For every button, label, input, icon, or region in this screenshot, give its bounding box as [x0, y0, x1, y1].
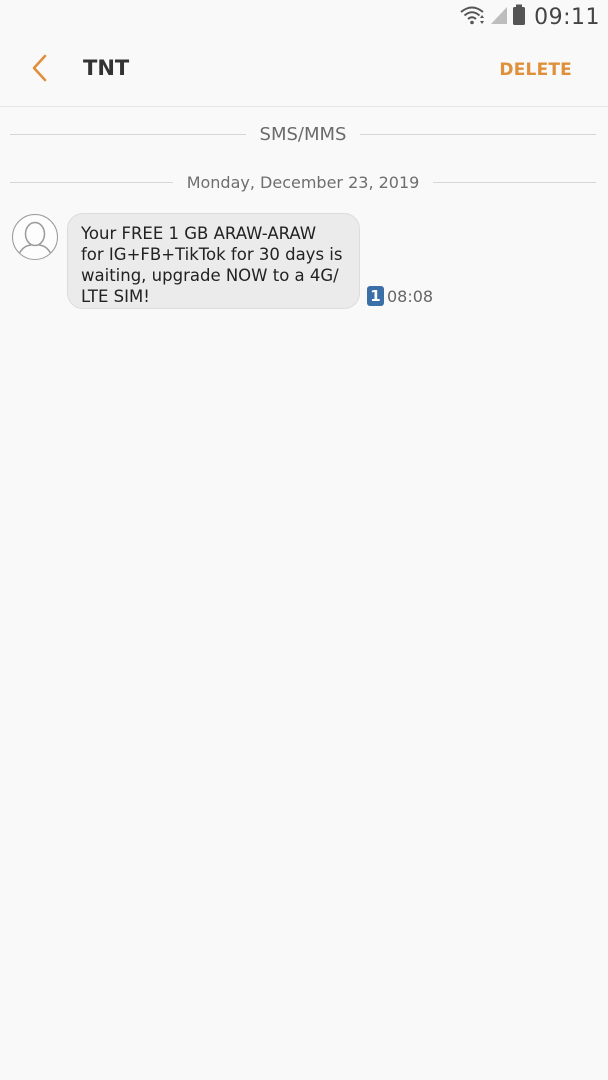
date-label: Monday, December 23, 2019	[186, 172, 420, 192]
battery-icon	[512, 4, 526, 30]
message-time: 08:08	[387, 286, 434, 306]
channel-label: SMS/MMS	[259, 123, 347, 145]
back-button[interactable]	[22, 52, 58, 88]
divider-line	[10, 133, 246, 135]
delete-button[interactable]: DELETE	[499, 60, 572, 80]
divider-line	[433, 181, 597, 183]
message-text: Your FREE 1 GB ARAW-ARAW for IG+FB+TikTo…	[81, 224, 343, 306]
status-time: 09:11	[534, 4, 600, 30]
contact-avatar-icon[interactable]	[12, 214, 58, 260]
date-divider: Monday, December 23, 2019	[10, 171, 597, 193]
status-bar: 09:11	[0, 0, 608, 34]
status-icons: 09:11	[460, 4, 600, 30]
message-meta: 1 08:08	[367, 286, 433, 306]
message-screen: 09:11 TNT DELETE SMS/MMS Monday, Decembe…	[0, 0, 608, 1080]
app-bar: TNT DELETE	[0, 34, 608, 107]
divider-line	[360, 133, 596, 135]
conversation-title: TNT	[83, 56, 130, 80]
channel-divider: SMS/MMS	[10, 122, 596, 146]
sim-card-icon: 1	[367, 286, 384, 306]
divider-line	[10, 181, 173, 183]
wifi-icon	[460, 4, 486, 30]
chevron-left-icon	[30, 54, 50, 86]
message-bubble[interactable]: Your FREE 1 GB ARAW-ARAW for IG+FB+TikTo…	[67, 213, 360, 309]
signal-icon	[490, 5, 508, 29]
